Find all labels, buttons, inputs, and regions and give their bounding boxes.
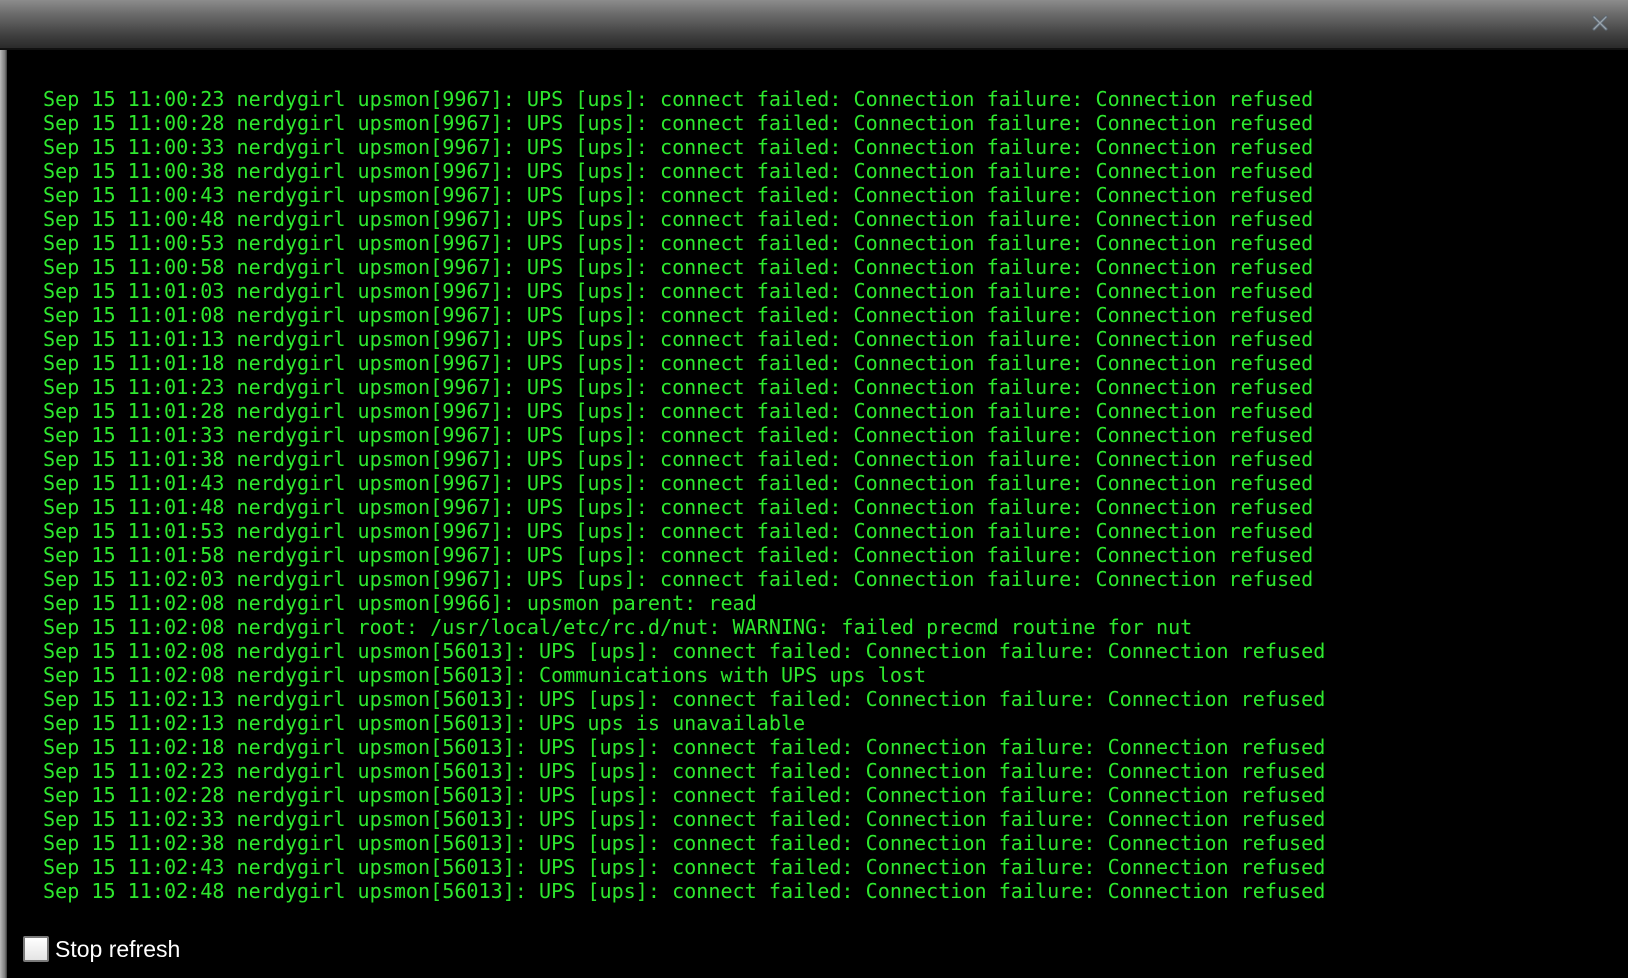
log-line: Sep 15 11:01:23 nerdygirl upsmon[9967]: …: [43, 375, 1314, 399]
window-left-border: [0, 0, 7, 978]
log-line: Sep 15 11:00:23 nerdygirl upsmon[9967]: …: [43, 87, 1314, 111]
log-line: Sep 15 11:01:38 nerdygirl upsmon[9967]: …: [43, 447, 1314, 471]
log-line: Sep 15 11:01:13 nerdygirl upsmon[9967]: …: [43, 327, 1314, 351]
log-line: Sep 15 11:00:48 nerdygirl upsmon[9967]: …: [43, 207, 1314, 231]
log-line: Sep 15 11:02:08 nerdygirl upsmon[56013]:…: [43, 639, 1326, 663]
log-line: Sep 15 11:01:03 nerdygirl upsmon[9967]: …: [43, 279, 1314, 303]
footer: Stop refresh: [7, 910, 1628, 978]
close-icon[interactable]: [1590, 13, 1610, 33]
log-line: Sep 15 11:01:08 nerdygirl upsmon[9967]: …: [43, 303, 1314, 327]
log-line: Sep 15 11:02:08 nerdygirl upsmon[9966]: …: [43, 591, 757, 615]
log-line: Sep 15 11:02:28 nerdygirl upsmon[56013]:…: [43, 783, 1326, 807]
title-bar[interactable]: [0, 0, 1628, 50]
log-line: Sep 15 11:02:08 nerdygirl upsmon[56013]:…: [43, 663, 927, 687]
stop-refresh-label: Stop refresh: [55, 936, 181, 962]
log-line: Sep 15 11:02:03 nerdygirl upsmon[9967]: …: [43, 567, 1314, 591]
log-line: Sep 15 11:02:08 nerdygirl root: /usr/loc…: [43, 615, 1193, 639]
stop-refresh-control[interactable]: Stop refresh: [23, 936, 180, 962]
log-line: Sep 15 11:02:13 nerdygirl upsmon[56013]:…: [43, 687, 1326, 711]
log-line: Sep 15 11:01:48 nerdygirl upsmon[9967]: …: [43, 495, 1314, 519]
log-viewer-window: Sep 15 11:00:23 nerdygirl upsmon[9967]: …: [0, 0, 1628, 978]
log-line: Sep 15 11:00:53 nerdygirl upsmon[9967]: …: [43, 231, 1314, 255]
log-output[interactable]: Sep 15 11:00:23 nerdygirl upsmon[9967]: …: [7, 50, 1628, 910]
log-line: Sep 15 11:02:33 nerdygirl upsmon[56013]:…: [43, 807, 1326, 831]
log-line: Sep 15 11:00:58 nerdygirl upsmon[9967]: …: [43, 255, 1314, 279]
stop-refresh-checkbox[interactable]: [23, 936, 49, 962]
log-line: Sep 15 11:00:33 nerdygirl upsmon[9967]: …: [43, 135, 1314, 159]
log-line: Sep 15 11:00:28 nerdygirl upsmon[9967]: …: [43, 111, 1314, 135]
log-line: Sep 15 11:01:43 nerdygirl upsmon[9967]: …: [43, 471, 1314, 495]
log-line: Sep 15 11:02:23 nerdygirl upsmon[56013]:…: [43, 759, 1326, 783]
log-line: Sep 15 11:00:43 nerdygirl upsmon[9967]: …: [43, 183, 1314, 207]
log-line: Sep 15 11:01:53 nerdygirl upsmon[9967]: …: [43, 519, 1314, 543]
log-line: Sep 15 11:01:33 nerdygirl upsmon[9967]: …: [43, 423, 1314, 447]
log-line: Sep 15 11:02:13 nerdygirl upsmon[56013]:…: [43, 711, 806, 735]
log-line: Sep 15 11:02:43 nerdygirl upsmon[56013]:…: [43, 855, 1326, 879]
log-line: Sep 15 11:02:38 nerdygirl upsmon[56013]:…: [43, 831, 1326, 855]
log-line: Sep 15 11:01:58 nerdygirl upsmon[9967]: …: [43, 543, 1314, 567]
log-line: Sep 15 11:02:48 nerdygirl upsmon[56013]:…: [43, 879, 1326, 903]
log-line: Sep 15 11:01:28 nerdygirl upsmon[9967]: …: [43, 399, 1314, 423]
log-line: Sep 15 11:00:38 nerdygirl upsmon[9967]: …: [43, 159, 1314, 183]
log-line: Sep 15 11:02:18 nerdygirl upsmon[56013]:…: [43, 735, 1326, 759]
log-lines: Sep 15 11:00:23 nerdygirl upsmon[9967]: …: [43, 87, 1325, 903]
log-line: Sep 15 11:01:18 nerdygirl upsmon[9967]: …: [43, 351, 1314, 375]
